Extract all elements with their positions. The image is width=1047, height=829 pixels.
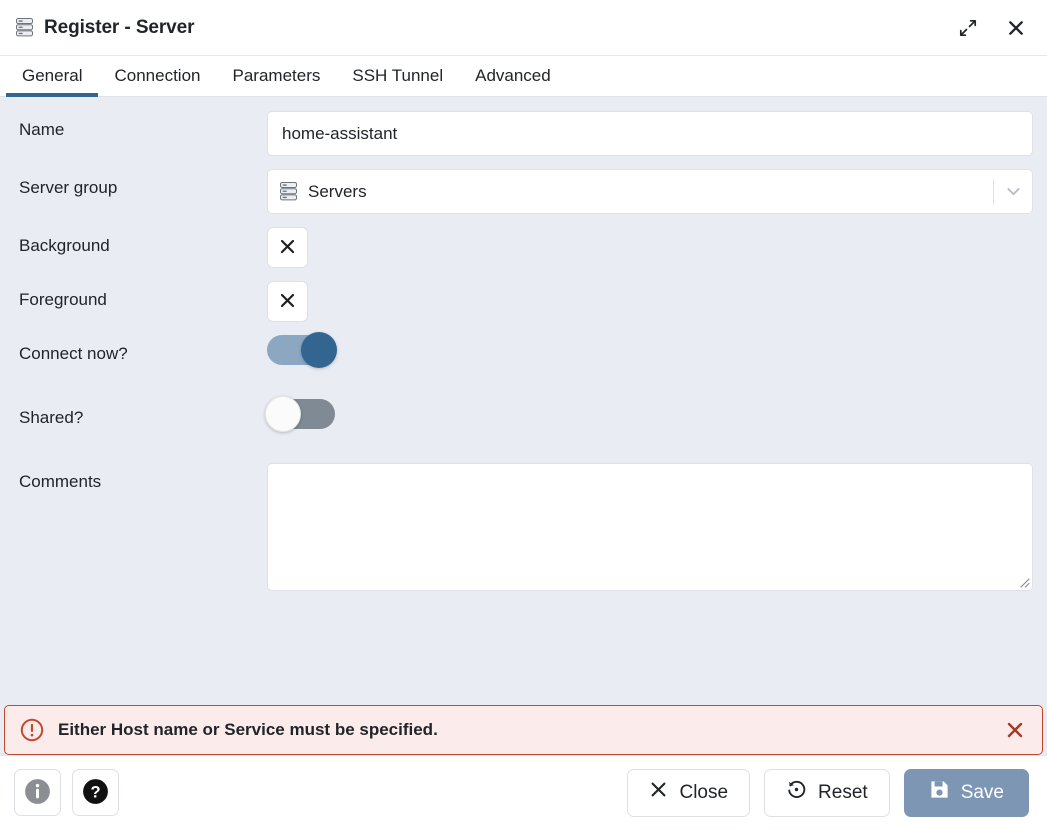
name-label: Name bbox=[19, 111, 267, 140]
toggle-knob bbox=[301, 332, 337, 368]
server-group-label: Server group bbox=[19, 169, 267, 198]
error-notification: Either Host name or Service must be spec… bbox=[4, 705, 1043, 755]
error-message: Either Host name or Service must be spec… bbox=[58, 720, 1000, 740]
info-button[interactable] bbox=[14, 769, 61, 816]
comments-textarea[interactable] bbox=[267, 463, 1033, 591]
save-button-label: Save bbox=[961, 782, 1004, 804]
reset-button[interactable]: Reset bbox=[764, 769, 890, 817]
field-row-comments: Comments bbox=[19, 463, 1033, 591]
maximize-icon[interactable] bbox=[955, 15, 981, 41]
tab-connection[interactable]: Connection bbox=[98, 56, 216, 96]
shared-label: Shared? bbox=[19, 399, 267, 428]
tab-parameters[interactable]: Parameters bbox=[217, 56, 337, 96]
info-icon bbox=[23, 777, 52, 809]
connect-now-control bbox=[267, 335, 1033, 370]
field-row-connect-now: Connect now? bbox=[19, 335, 1033, 370]
close-icon[interactable] bbox=[1003, 15, 1029, 41]
shared-control bbox=[267, 399, 1033, 434]
server-rack-icon bbox=[16, 18, 33, 37]
alert-circle-icon bbox=[19, 717, 45, 743]
tab-advanced[interactable]: Advanced bbox=[459, 56, 567, 96]
reset-icon bbox=[786, 779, 807, 806]
general-tab-panel: Name Server group bbox=[0, 97, 1047, 705]
background-label: Background bbox=[19, 227, 267, 256]
dialog-footer: ? Close bbox=[0, 755, 1047, 829]
register-server-dialog: Register - Server bbox=[0, 0, 1047, 829]
chevron-down-icon[interactable] bbox=[994, 170, 1032, 213]
field-row-server-group: Server group bbox=[19, 169, 1033, 214]
error-dismiss-icon[interactable] bbox=[1000, 715, 1030, 745]
svg-text:?: ? bbox=[90, 783, 100, 801]
help-button[interactable]: ? bbox=[72, 769, 119, 816]
dialog-titlebar: Register - Server bbox=[0, 0, 1047, 56]
field-row-foreground: Foreground bbox=[19, 281, 1033, 322]
connect-now-label: Connect now? bbox=[19, 335, 267, 364]
x-icon bbox=[278, 291, 297, 313]
footer-right-actions: Close Reset bbox=[627, 769, 1029, 817]
server-group-selected-value: Servers bbox=[268, 182, 993, 202]
close-icon bbox=[649, 780, 668, 805]
name-control bbox=[267, 111, 1033, 156]
titlebar-left: Register - Server bbox=[16, 17, 955, 39]
server-group-value-text: Servers bbox=[308, 182, 367, 202]
foreground-color-button[interactable] bbox=[267, 281, 308, 322]
foreground-control bbox=[267, 281, 1033, 322]
save-floppy-icon bbox=[929, 779, 950, 806]
server-group-control: Servers bbox=[267, 169, 1033, 214]
reset-button-label: Reset bbox=[818, 782, 868, 804]
name-input[interactable] bbox=[267, 111, 1033, 156]
close-button[interactable]: Close bbox=[627, 769, 750, 817]
tab-ssh-tunnel[interactable]: SSH Tunnel bbox=[336, 56, 459, 96]
background-color-button[interactable] bbox=[267, 227, 308, 268]
field-row-background: Background bbox=[19, 227, 1033, 268]
field-row-name: Name bbox=[19, 111, 1033, 156]
tab-general[interactable]: General bbox=[6, 56, 98, 96]
connect-now-toggle[interactable] bbox=[267, 335, 335, 365]
titlebar-actions bbox=[955, 15, 1029, 41]
save-button[interactable]: Save bbox=[904, 769, 1029, 817]
foreground-label: Foreground bbox=[19, 281, 267, 310]
toggle-knob bbox=[265, 396, 301, 432]
comments-label: Comments bbox=[19, 463, 267, 492]
footer-left-actions: ? bbox=[14, 769, 119, 816]
server-group-select[interactable]: Servers bbox=[267, 169, 1033, 214]
field-row-shared: Shared? bbox=[19, 399, 1033, 434]
server-rack-icon bbox=[280, 182, 297, 201]
x-icon bbox=[278, 237, 297, 259]
dialog-title: Register - Server bbox=[44, 17, 194, 39]
tab-bar: General Connection Parameters SSH Tunnel… bbox=[0, 56, 1047, 97]
question-mark-icon: ? bbox=[81, 777, 110, 809]
comments-control bbox=[267, 463, 1033, 591]
shared-toggle[interactable] bbox=[267, 399, 335, 429]
background-control bbox=[267, 227, 1033, 268]
close-button-label: Close bbox=[679, 782, 728, 804]
